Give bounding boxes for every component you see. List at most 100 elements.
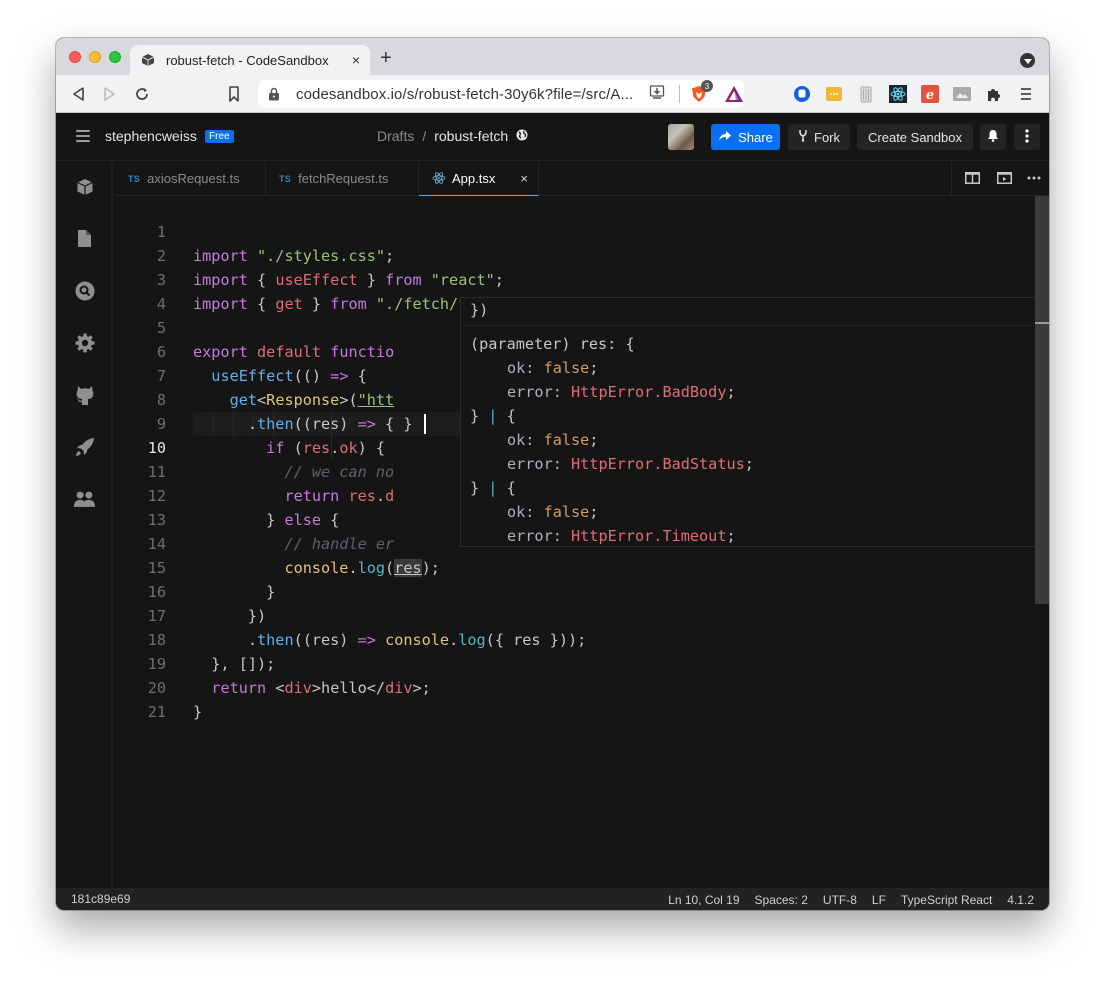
bookmark-icon[interactable]: [224, 84, 244, 104]
fork-icon: [798, 129, 808, 145]
hover-line: error: HttpError.BadStatus;: [507, 455, 754, 473]
code-line: 1 import "./styles.css";: [115, 196, 1049, 265]
tab-search-icon[interactable]: [1020, 53, 1035, 68]
hover-tooltip: }) (parameter) res: { ok: false; error: …: [460, 297, 1049, 547]
encoding[interactable]: UTF-8: [823, 893, 857, 907]
sandbox-name[interactable]: robust-fetch: [434, 128, 508, 144]
reload-icon[interactable]: [132, 84, 152, 104]
file-icon[interactable]: [74, 228, 95, 249]
search-icon[interactable]: [74, 280, 95, 301]
bitwarden-icon[interactable]: [792, 84, 812, 104]
brave-badge: 3: [701, 80, 713, 92]
new-tab-button[interactable]: +: [380, 47, 392, 70]
more-actions-icon[interactable]: [1026, 171, 1042, 185]
hamburger-menu-icon[interactable]: [76, 130, 90, 142]
codesandbox-header: stephencweiss Free Drafts / robust-fetch…: [56, 113, 1049, 161]
code-line: 3 import { get } from "./fetch/fetchRequ…: [115, 244, 1049, 313]
image-icon[interactable]: [952, 84, 972, 104]
gear-icon[interactable]: [74, 332, 95, 353]
share-arrow-icon: [718, 130, 732, 145]
globe-icon[interactable]: [516, 128, 528, 144]
hover-line: error: HttpError.Timeout;: [507, 527, 736, 545]
user-avatar[interactable]: [668, 124, 694, 150]
cube-icon[interactable]: [74, 176, 95, 197]
tab-app-tsx[interactable]: App.tsx ×: [419, 161, 539, 196]
tab-label: App.tsx: [452, 170, 496, 186]
code-line: 4: [115, 268, 1049, 313]
typescript-file-icon: TS: [279, 173, 292, 184]
brave-rewards-icon[interactable]: [724, 85, 744, 103]
brave-shields-icon[interactable]: 3: [690, 80, 713, 103]
hover-line: ok: false;: [507, 503, 599, 521]
hover-line: error: HttpError.BadBody;: [507, 383, 736, 401]
text-cursor: [424, 414, 426, 434]
trash-icon[interactable]: [856, 84, 876, 104]
code-line: 19 return <div>hello</div>;: [115, 628, 1049, 697]
create-sandbox-button[interactable]: Create Sandbox: [857, 124, 973, 150]
browser-tab[interactable]: robust-fetch - CodeSandbox ×: [130, 45, 370, 75]
tab-label: axiosRequest.ts: [147, 171, 240, 186]
install-app-icon[interactable]: [649, 84, 667, 104]
language-mode[interactable]: TypeScript React: [901, 893, 992, 907]
url-text[interactable]: codesandbox.io/s/robust-fetch-30y6k?file…: [296, 86, 649, 103]
hover-line: ok: false;: [507, 359, 599, 377]
close-tab-icon[interactable]: ×: [352, 52, 360, 68]
browser-window: robust-fetch - CodeSandbox × + codesandb…: [56, 38, 1049, 910]
typescript-version[interactable]: 4.1.2: [1007, 893, 1034, 907]
browser-tabstrip: robust-fetch - CodeSandbox × +: [56, 38, 1049, 75]
hover-line: } | {: [470, 407, 516, 425]
tab-fetchRequest[interactable]: TS fetchRequest.ts: [266, 161, 419, 196]
keepassxc-icon[interactable]: [824, 84, 844, 104]
cursor-position[interactable]: Ln 10, Col 19: [668, 893, 739, 907]
typescript-file-icon: TS: [128, 173, 141, 184]
codesandbox-favicon-icon: [140, 52, 156, 68]
hover-header: }): [461, 298, 1049, 326]
breadcrumb-drafts[interactable]: Drafts: [377, 128, 414, 144]
code-line: 17 .then((res) => console.log({ res }));: [115, 580, 1049, 649]
browser-toolbar: codesandbox.io/s/robust-fetch-30y6k?file…: [56, 75, 1049, 113]
activity-bar: [56, 161, 113, 888]
evernote-icon[interactable]: e: [920, 84, 940, 104]
commit-hash: 181c89e69: [71, 892, 131, 906]
github-icon[interactable]: [74, 384, 95, 405]
code-editor[interactable]: 1 import "./styles.css"; 2 import { useE…: [115, 196, 1049, 888]
react-devtools-icon[interactable]: [888, 84, 908, 104]
share-button[interactable]: Share: [711, 124, 780, 150]
extensions-puzzle-icon[interactable]: [984, 84, 1004, 104]
hover-line: } | {: [470, 479, 516, 497]
hover-signature: (parameter) res: {: [470, 335, 635, 353]
close-tab-icon[interactable]: ×: [520, 171, 528, 186]
hover-line: ok: false;: [507, 431, 599, 449]
fork-label: Fork: [814, 129, 840, 145]
address-bar[interactable]: codesandbox.io/s/robust-fetch-30y6k?file…: [258, 80, 744, 108]
react-file-icon: [432, 171, 446, 185]
end-of-line[interactable]: LF: [872, 893, 886, 907]
fork-button[interactable]: Fork: [788, 124, 850, 150]
share-label: Share: [738, 129, 773, 145]
more-options-button[interactable]: [1014, 124, 1040, 150]
kebab-menu-icon: [1025, 128, 1029, 146]
svg-text:e: e: [926, 88, 934, 103]
username[interactable]: stephencweiss: [105, 128, 197, 144]
breadcrumb-separator: /: [422, 128, 427, 144]
rocket-icon[interactable]: [74, 436, 95, 457]
tab-axiosRequest[interactable]: TS axiosRequest.ts: [115, 161, 266, 196]
maximize-window-button[interactable]: [109, 51, 121, 63]
close-window-button[interactable]: [69, 51, 81, 63]
forward-icon[interactable]: [100, 84, 120, 104]
users-icon[interactable]: [74, 488, 95, 509]
lock-icon: [268, 87, 286, 101]
indentation[interactable]: Spaces: 2: [755, 893, 808, 907]
editor-scrollbar[interactable]: [1035, 196, 1049, 604]
browser-menu-icon[interactable]: [1016, 84, 1036, 104]
notifications-button[interactable]: [980, 124, 1006, 150]
back-icon[interactable]: [68, 84, 88, 104]
minimize-window-button[interactable]: [89, 51, 101, 63]
toolbar-divider: [679, 85, 680, 103]
split-editor-icon[interactable]: [964, 171, 980, 185]
scrollbar-cursor-marker: [1035, 322, 1049, 324]
code-line: 21: [115, 676, 1049, 721]
editor-tab-bar: TS axiosRequest.ts TS fetchRequest.ts Ap…: [115, 161, 1049, 196]
plan-badge: Free: [205, 130, 234, 143]
preview-icon[interactable]: [996, 171, 1012, 185]
